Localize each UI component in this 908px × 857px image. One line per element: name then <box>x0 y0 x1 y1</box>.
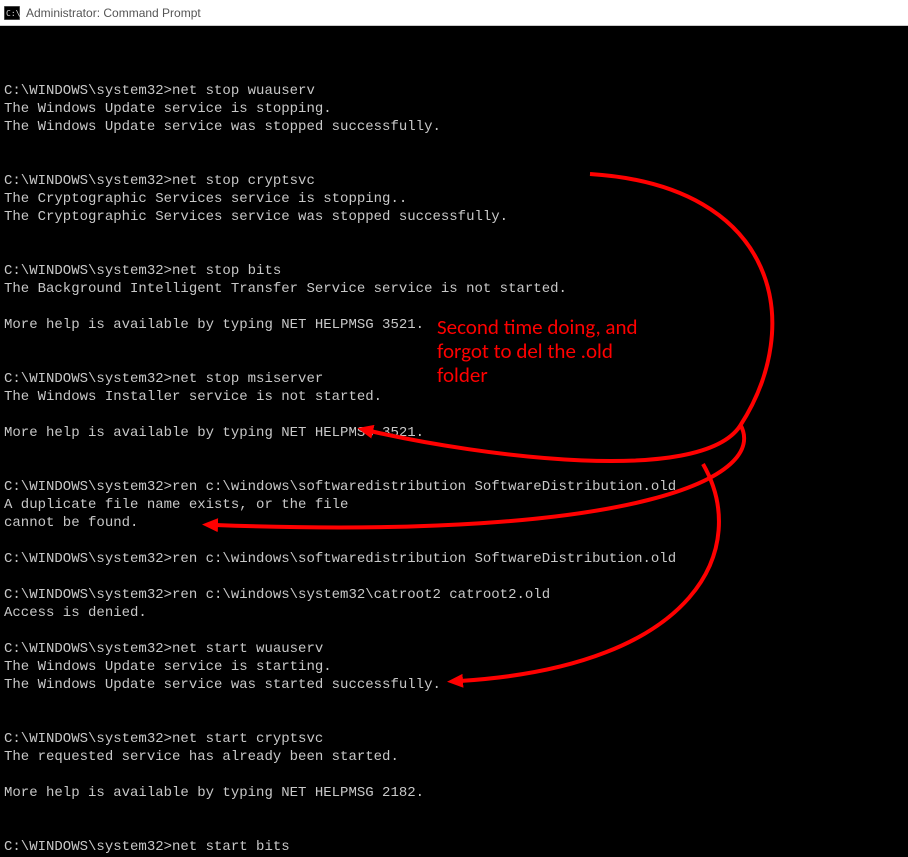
terminal-line: cannot be found. <box>4 514 904 532</box>
terminal-line <box>4 406 904 424</box>
terminal-line: C:\WINDOWS\system32>ren c:\windows\syste… <box>4 586 904 604</box>
terminal-line <box>4 460 904 478</box>
titlebar[interactable]: C:\ Administrator: Command Prompt <box>0 0 908 26</box>
terminal-line <box>4 64 904 82</box>
terminal-line: More help is available by typing NET HEL… <box>4 784 904 802</box>
terminal-line: The Windows Update service is starting. <box>4 658 904 676</box>
terminal-line <box>4 244 904 262</box>
terminal-line: The Windows Update service was started s… <box>4 676 904 694</box>
terminal-line: Access is denied. <box>4 604 904 622</box>
terminal-line: C:\WINDOWS\system32>net start cryptsvc <box>4 730 904 748</box>
terminal-line: C:\WINDOWS\system32>net stop bits <box>4 262 904 280</box>
terminal-line <box>4 766 904 784</box>
terminal-line <box>4 442 904 460</box>
terminal-line: More help is available by typing NET HEL… <box>4 424 904 442</box>
terminal-line: The Background Intelligent Transfer Serv… <box>4 280 904 298</box>
terminal-line: The Windows Update service is stopping. <box>4 100 904 118</box>
terminal-line <box>4 298 904 316</box>
window-title: Administrator: Command Prompt <box>26 6 201 20</box>
terminal-output[interactable]: C:\WINDOWS\system32>net stop wuauservThe… <box>0 26 908 857</box>
terminal-line: The Cryptographic Services service was s… <box>4 208 904 226</box>
cmd-icon: C:\ <box>4 6 20 20</box>
terminal-line <box>4 532 904 550</box>
terminal-line: The requested service has already been s… <box>4 748 904 766</box>
terminal-line <box>4 694 904 712</box>
terminal-line <box>4 352 904 370</box>
svg-text:C:\: C:\ <box>6 9 20 18</box>
terminal-line: C:\WINDOWS\system32>ren c:\windows\softw… <box>4 478 904 496</box>
terminal-line: C:\WINDOWS\system32>ren c:\windows\softw… <box>4 550 904 568</box>
terminal-line: More help is available by typing NET HEL… <box>4 316 904 334</box>
terminal-line <box>4 820 904 838</box>
terminal-line <box>4 622 904 640</box>
terminal-line <box>4 136 904 154</box>
terminal-line: C:\WINDOWS\system32>net start bits <box>4 838 904 856</box>
terminal-line: C:\WINDOWS\system32>net stop wuauserv <box>4 82 904 100</box>
terminal-line <box>4 226 904 244</box>
terminal-line: A duplicate file name exists, or the fil… <box>4 496 904 514</box>
terminal-line <box>4 568 904 586</box>
terminal-line: C:\WINDOWS\system32>net start wuauserv <box>4 640 904 658</box>
terminal-line <box>4 712 904 730</box>
terminal-line <box>4 154 904 172</box>
terminal-line <box>4 802 904 820</box>
terminal-line: The Windows Installer service is not sta… <box>4 388 904 406</box>
terminal-line: The Windows Update service was stopped s… <box>4 118 904 136</box>
terminal-line: The Cryptographic Services service is st… <box>4 190 904 208</box>
terminal-line <box>4 334 904 352</box>
terminal-line: C:\WINDOWS\system32>net stop cryptsvc <box>4 172 904 190</box>
terminal-line: C:\WINDOWS\system32>net stop msiserver <box>4 370 904 388</box>
